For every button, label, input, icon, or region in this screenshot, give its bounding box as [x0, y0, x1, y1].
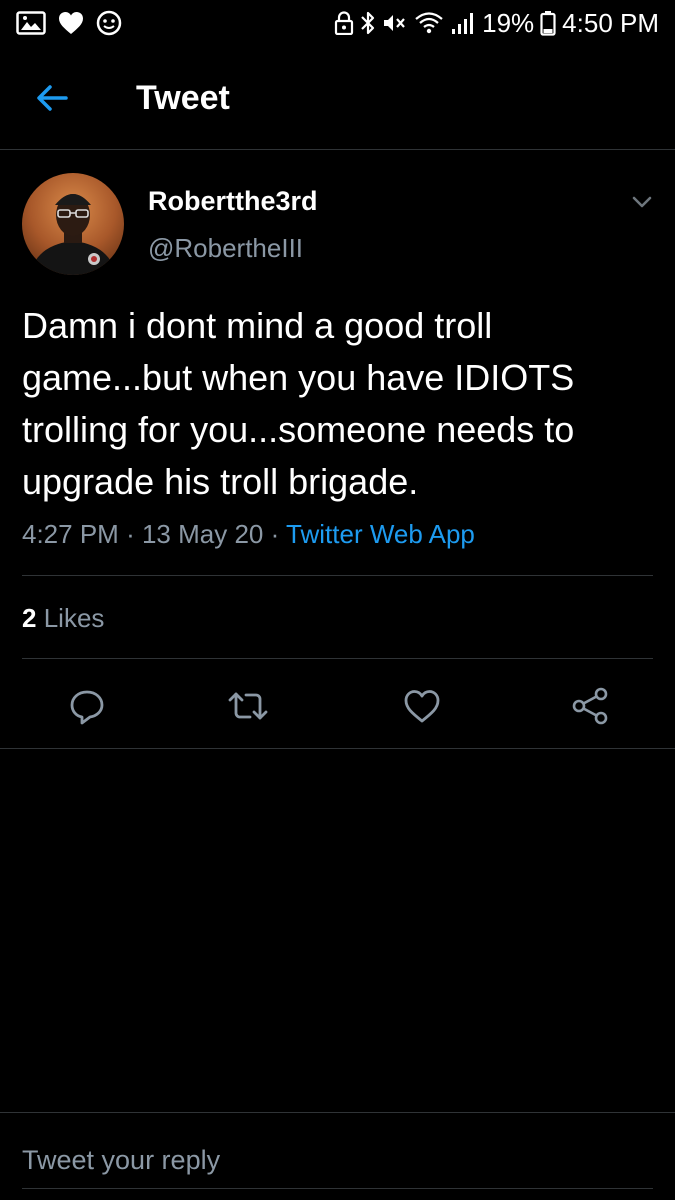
chevron-down-icon — [632, 196, 652, 208]
tweet-source-link[interactable]: Twitter Web App — [286, 519, 475, 549]
arrow-left-icon — [37, 85, 68, 111]
wifi-icon — [414, 11, 444, 35]
tweet-menu-button[interactable] — [628, 188, 656, 216]
status-right: 19% 4:50 PM — [334, 6, 659, 40]
likes-link[interactable]: 2 Likes — [22, 600, 104, 636]
page-title: Tweet — [136, 79, 230, 117]
author-name[interactable]: Robertthe3rd — [148, 184, 318, 218]
reply-button[interactable] — [67, 686, 107, 726]
mute-icon — [382, 11, 408, 35]
reply-icon — [70, 690, 104, 725]
reply-input[interactable] — [22, 1140, 652, 1180]
retweet-button[interactable] — [226, 686, 268, 726]
divider — [22, 658, 653, 659]
divider — [0, 1112, 675, 1113]
status-bar: 19% 4:50 PM — [0, 0, 675, 46]
tweet-time: 4:27 PM — [22, 519, 119, 549]
tweet-text: Damn i dont mind a good troll game...but… — [22, 305, 575, 502]
reply-underline — [22, 1188, 653, 1189]
app-header: Tweet — [0, 46, 675, 150]
back-button[interactable] — [32, 78, 72, 118]
secure-icon — [334, 11, 354, 35]
battery-percent: 19% — [482, 8, 535, 38]
signal-icon — [450, 11, 476, 35]
likes-count: 2 — [22, 603, 37, 633]
share-button[interactable] — [570, 686, 610, 726]
status-left — [16, 10, 122, 36]
retweet-icon — [228, 692, 268, 720]
avatar[interactable] — [22, 173, 124, 275]
divider — [22, 575, 653, 576]
bluetooth-icon — [360, 10, 376, 36]
clock: 4:50 PM — [562, 8, 659, 38]
tweet-date: 13 May 20 — [141, 519, 264, 549]
likes-label: Likes — [43, 603, 105, 633]
battery-icon — [540, 10, 556, 36]
divider — [0, 748, 675, 749]
like-button[interactable] — [402, 686, 442, 726]
gallery-icon — [16, 11, 46, 35]
tweet-meta: 4:27 PM · 13 May 20 · Twitter Web App — [22, 516, 475, 552]
smiley-icon — [96, 10, 122, 36]
meta-separator: · — [270, 519, 280, 549]
like-icon — [404, 690, 440, 723]
meta-separator: · — [126, 519, 135, 549]
author-handle[interactable]: @RobertheIII — [148, 231, 303, 265]
heart-icon — [58, 11, 84, 35]
share-icon — [572, 687, 608, 725]
